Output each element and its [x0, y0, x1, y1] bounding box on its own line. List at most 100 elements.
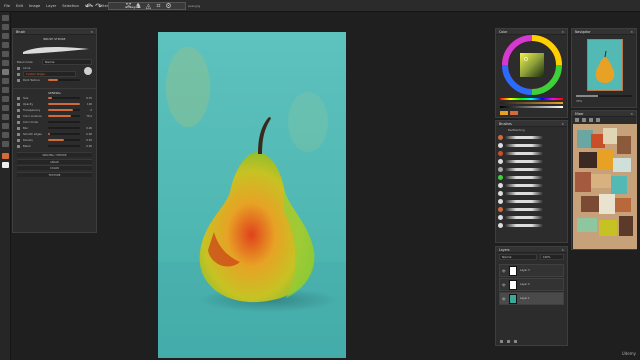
mirror-icon[interactable]: ◬ — [144, 2, 153, 11]
brush-preset[interactable] — [496, 213, 567, 221]
layers-header[interactable]: Layers × — [496, 247, 567, 253]
setting-lock-icon[interactable] — [17, 96, 20, 100]
setting-value[interactable]: 0 — [90, 109, 92, 112]
secondary-color-swatch[interactable] — [2, 162, 9, 168]
setting-slider[interactable] — [48, 109, 80, 111]
mixer-smudge-icon[interactable] — [589, 118, 593, 122]
document-tab[interactable]: pear.jpg — [188, 4, 200, 8]
setting-lock-icon[interactable] — [17, 120, 20, 124]
brush-panel-header[interactable]: Brush × — [13, 29, 96, 35]
setting-slider[interactable] — [48, 127, 80, 129]
brush-preset[interactable] — [496, 165, 567, 173]
spacing-section[interactable]: SPACING / STROKE — [17, 152, 92, 157]
redo-icon[interactable]: ↷ — [94, 2, 103, 11]
setting-lock-icon[interactable] — [17, 126, 20, 130]
menu-image[interactable]: Image — [29, 4, 40, 8]
mixer-clear-icon[interactable] — [596, 118, 600, 122]
mixer-canvas[interactable] — [573, 124, 637, 249]
setting-slider[interactable] — [48, 121, 80, 123]
delete-layer-icon[interactable] — [514, 340, 517, 343]
smudge-tool-icon[interactable] — [2, 78, 9, 84]
setting-lock-icon[interactable] — [17, 102, 20, 106]
navigator-header[interactable]: Navigator × — [572, 29, 636, 35]
brush-preset[interactable] — [496, 149, 567, 157]
eye-icon[interactable]: 👁 — [502, 269, 506, 273]
color-panel-header[interactable]: Color × — [496, 29, 567, 35]
close-icon[interactable]: × — [630, 29, 633, 35]
text-tool-icon[interactable] — [2, 114, 9, 120]
setting-slider[interactable] — [48, 145, 80, 147]
zoom-tool-icon[interactable] — [2, 141, 9, 147]
brushes-header[interactable]: Brushes × — [496, 121, 567, 127]
brush-preset[interactable] — [496, 205, 567, 213]
color-wheel[interactable] — [496, 35, 567, 95]
layer-row[interactable]: 👁 Layer 3 — [499, 264, 564, 277]
menu-file[interactable]: File — [4, 4, 10, 8]
new-layer-icon[interactable] — [500, 340, 503, 343]
settings-icon[interactable]: ⚙ — [164, 2, 173, 11]
layer-row[interactable]: 👁 Layer 2 — [499, 278, 564, 291]
brush-preset[interactable] — [496, 197, 567, 205]
close-icon[interactable]: × — [561, 121, 564, 127]
setting-value[interactable]: 100 — [87, 103, 92, 106]
crop-tool-icon[interactable] — [2, 51, 9, 57]
setting-value[interactable]: 0.00 — [86, 127, 92, 130]
zoom-slider[interactable] — [576, 95, 632, 97]
brush-preset[interactable] — [496, 181, 567, 189]
move-tool-icon[interactable] — [2, 15, 9, 21]
wand-tool-icon[interactable] — [2, 42, 9, 48]
setting-lock-icon[interactable] — [17, 108, 20, 112]
navigator-preview[interactable] — [587, 39, 623, 91]
layer-row[interactable]: 👁 Layer 1 — [499, 292, 564, 305]
crop-icon[interactable]: ⌗ — [154, 2, 163, 11]
mixer-header[interactable]: Mixer × — [572, 111, 636, 117]
setting-value[interactable]: 6.70 — [86, 97, 92, 100]
duplicate-layer-icon[interactable] — [507, 340, 510, 343]
brush-preset[interactable] — [496, 157, 567, 165]
setting-slider[interactable] — [48, 115, 80, 117]
setting-lock-icon[interactable] — [17, 114, 20, 118]
eraser-tool-icon[interactable] — [2, 87, 9, 93]
previous-color-swatch[interactable] — [510, 111, 518, 115]
brush-preset[interactable] — [496, 141, 567, 149]
eye-icon[interactable]: 👁 — [502, 283, 506, 287]
hand-tool-icon[interactable] — [2, 132, 9, 138]
menu-layer[interactable]: Layer — [46, 4, 56, 8]
undo-icon[interactable]: ↶ — [84, 2, 93, 11]
layer-name[interactable]: Layer 2 — [520, 283, 530, 286]
brush-preset[interactable] — [496, 189, 567, 197]
mixer-knife-icon[interactable] — [582, 118, 586, 122]
brush-preset[interactable] — [496, 133, 567, 141]
hue-slider[interactable] — [500, 98, 563, 100]
brightness-slider[interactable] — [500, 106, 563, 108]
setting-slider[interactable] — [48, 103, 80, 105]
gradient-tool-icon[interactable] — [2, 105, 9, 111]
setting-slider[interactable] — [48, 133, 80, 135]
setting-lock-icon[interactable] — [17, 138, 20, 142]
current-color-swatch[interactable] — [500, 111, 508, 115]
layer-opacity-field[interactable]: 100% — [540, 254, 564, 260]
setting-slider[interactable] — [48, 97, 80, 99]
select-tool-icon[interactable] — [2, 24, 9, 30]
layer-name[interactable]: Layer 3 — [520, 269, 530, 272]
fill-tool-icon[interactable] — [2, 96, 9, 102]
saturation-slider[interactable] — [500, 102, 563, 104]
menu-selection[interactable]: Selection — [62, 4, 79, 8]
eyedropper-tool-icon[interactable] — [2, 60, 9, 66]
setting-slider[interactable] — [48, 139, 80, 141]
eye-icon[interactable]: 👁 — [502, 297, 506, 301]
close-icon[interactable]: × — [90, 29, 93, 35]
lasso-tool-icon[interactable] — [2, 33, 9, 39]
setting-value[interactable]: 0.00 — [86, 133, 92, 136]
texture-slider[interactable] — [48, 79, 80, 81]
setting-lock-icon[interactable] — [17, 132, 20, 136]
setting-lock-icon[interactable] — [17, 144, 20, 148]
color-section[interactable]: COLOR — [17, 165, 92, 170]
shape-tool-icon[interactable] — [2, 123, 9, 129]
angle-section[interactable]: ANGLE — [17, 158, 92, 164]
close-icon[interactable]: × — [630, 111, 633, 117]
brush-preset[interactable] — [496, 221, 567, 229]
brush-tool-icon[interactable] — [2, 69, 9, 75]
setting-value[interactable]: 0.50 — [86, 139, 92, 142]
close-icon[interactable]: × — [561, 29, 564, 35]
